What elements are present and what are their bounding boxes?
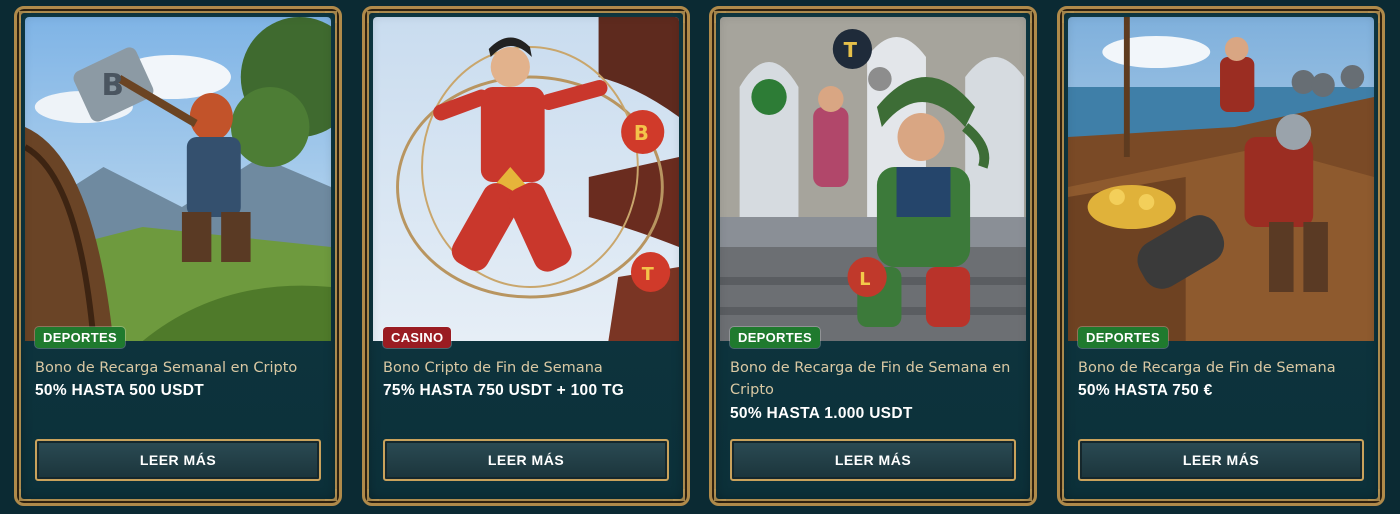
read-more-button[interactable]: LEER MÁS xyxy=(1078,439,1364,481)
promotions-row: B DEPORTES Bono de Recarga Semanal en Cr… xyxy=(0,0,1400,514)
promo-card[interactable]: L T DEPORTES Bono de Recarga de Fin de S… xyxy=(709,6,1037,506)
svg-text:T: T xyxy=(642,264,655,285)
promo-card[interactable]: B DEPORTES Bono de Recarga Semanal en Cr… xyxy=(14,6,342,506)
promo-offer: 50% HASTA 500 USDT xyxy=(35,382,205,399)
promo-image-jester[interactable]: L T xyxy=(720,17,1026,341)
frame-corner xyxy=(367,489,379,501)
category-badge: DEPORTES xyxy=(35,327,125,348)
promo-offer: 50% HASTA 750 € xyxy=(1078,382,1213,399)
frame-corner xyxy=(19,489,31,501)
promo-image-martial-artist[interactable]: B T xyxy=(373,17,679,341)
frame-corner xyxy=(1062,489,1074,501)
frame-corner xyxy=(1368,489,1380,501)
category-badge: CASINO xyxy=(383,327,452,348)
category-badge: DEPORTES xyxy=(730,327,820,348)
read-more-button[interactable]: LEER MÁS xyxy=(730,439,1016,481)
svg-text:B: B xyxy=(101,68,123,103)
read-more-button[interactable]: LEER MÁS xyxy=(383,439,669,481)
frame-corner xyxy=(1020,489,1032,501)
promo-card[interactable]: DEPORTES Bono de Recarga de Fin de Seman… xyxy=(1057,6,1385,506)
promo-image-viking[interactable]: B xyxy=(25,17,331,341)
promo-image-pirate-ship[interactable] xyxy=(1068,17,1374,341)
svg-text:L: L xyxy=(859,269,870,290)
promo-title: Bono de Recarga de Fin de Semana en Crip… xyxy=(730,360,1011,398)
promo-card[interactable]: B T CASINO Bono Cripto de Fin de Semana … xyxy=(362,6,690,506)
promo-title: Bono de Recarga de Fin de Semana xyxy=(1078,360,1336,376)
frame-corner xyxy=(325,489,337,501)
promo-offer: 50% HASTA 1.000 USDT xyxy=(730,405,913,422)
svg-text:B: B xyxy=(634,122,649,145)
svg-text:T: T xyxy=(844,39,858,62)
frame-corner xyxy=(673,489,685,501)
promo-title: Bono de Recarga Semanal en Cripto xyxy=(35,360,298,376)
category-badge: DEPORTES xyxy=(1078,327,1168,348)
promo-offer: 75% HASTA 750 USDT + 100 TG xyxy=(383,382,625,399)
read-more-button[interactable]: LEER MÁS xyxy=(35,439,321,481)
promo-title: Bono Cripto de Fin de Semana xyxy=(383,360,603,376)
frame-corner xyxy=(714,489,726,501)
